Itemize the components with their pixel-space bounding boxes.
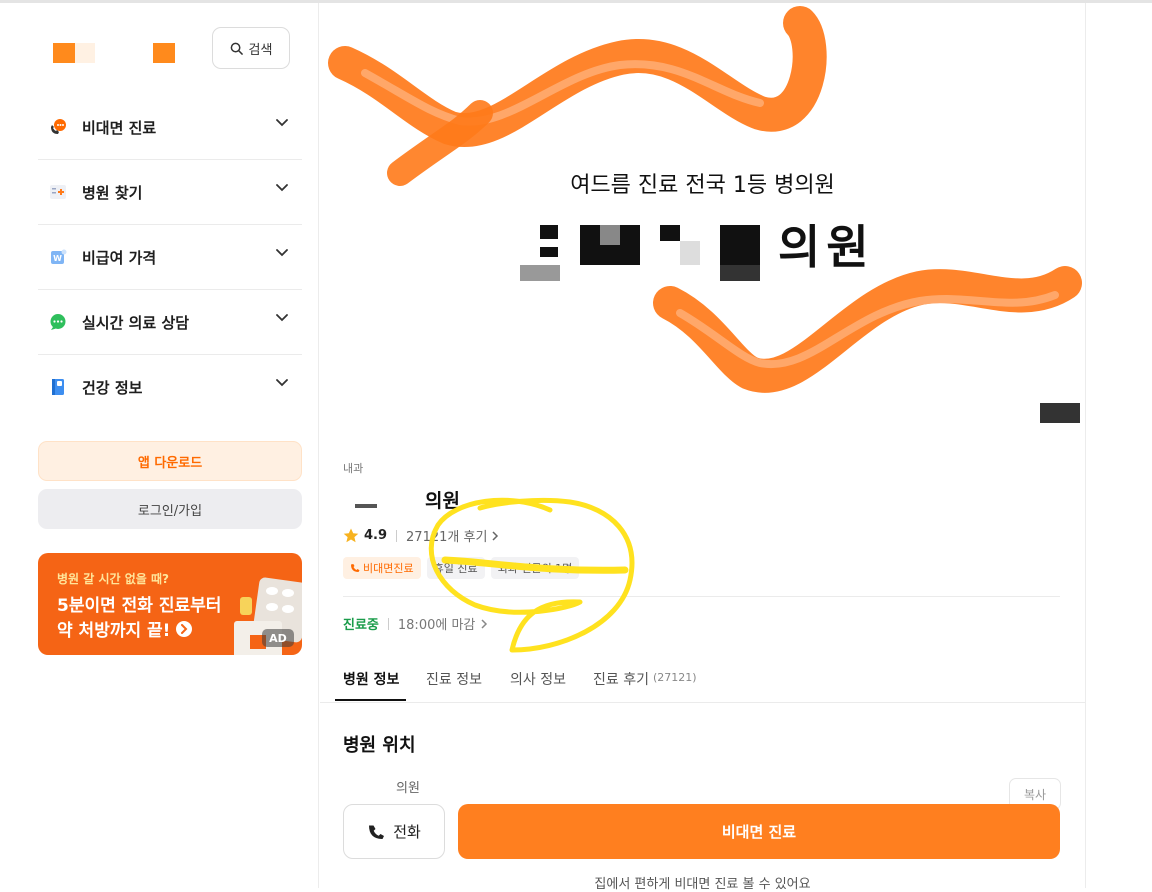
content-right-border [1085, 3, 1086, 888]
divider [396, 529, 398, 542]
tab-label: 의사 정보 [510, 672, 566, 688]
hospital-search-icon [49, 183, 67, 201]
reviews-count: 27121개 후기 [406, 530, 488, 545]
hospital-name: 의원 [343, 486, 460, 513]
telemedicine-button[interactable]: 비대면 진료 [458, 804, 1060, 859]
telemedicine-note: 집에서 편하게 비대면 진료 볼 수 있어요 [594, 877, 811, 892]
tab-reviews[interactable]: 진료 후기 (27121) [593, 660, 697, 701]
tag-label: 비대면진료 [363, 562, 414, 575]
sidebar-item-consult[interactable]: 실시간 의료 상담 [38, 290, 302, 355]
tag-holiday: 휴일 진료 [426, 557, 485, 579]
chevron-right-icon [481, 618, 488, 629]
tab-label: 병원 정보 [343, 672, 400, 688]
ad-headline-line2: 약 처방까지 끝! [57, 616, 193, 641]
sidebar-item-find-hospital[interactable]: 병원 찾기 [38, 160, 302, 225]
book-icon [49, 378, 67, 396]
login-signup-button[interactable]: 로그인/가입 [38, 489, 302, 529]
yellow-annotation-scribble [428, 497, 635, 653]
chevron-down-icon [276, 184, 288, 192]
brush-stroke-bottom [653, 266, 1082, 393]
search-icon [230, 42, 243, 55]
phone-chat-icon [49, 118, 67, 136]
chevron-down-icon [276, 249, 288, 257]
address-text: 의원 [396, 781, 420, 796]
ad-banner[interactable]: 병원 갈 시간 없을 때? 5분이면 전화 진료부터 약 처방까지 끝! AD [38, 553, 302, 655]
tab-treatment-info[interactable]: 진료 정보 [426, 660, 482, 701]
department-label: 내과 [343, 462, 364, 475]
phone-icon [351, 564, 360, 572]
tab-doctor-info[interactable]: 의사 정보 [510, 660, 566, 701]
hours-row[interactable]: 진료중 18:00에 마감 [343, 614, 488, 633]
tag-list: 비대면진료 휴일 진료 외과 전문의 1명 [343, 557, 580, 579]
chevron-down-icon [276, 379, 288, 387]
svg-text:W: W [53, 254, 62, 263]
sidebar-item-label: 병원 찾기 [82, 183, 143, 202]
open-status: 진료중 [343, 618, 379, 633]
star-icon [343, 528, 359, 543]
chevron-down-icon [276, 119, 288, 127]
chevron-down-icon [276, 314, 288, 322]
section-divider [343, 596, 1060, 597]
reviews-link[interactable]: 27121개 후기 [406, 526, 499, 545]
tag-telemedicine: 비대면진료 [343, 557, 421, 579]
chat-bubble-icon [49, 313, 67, 331]
section-title: 병원 위치 [343, 735, 416, 756]
sidebar-item-label: 실시간 의료 상담 [82, 313, 190, 332]
call-button[interactable]: 전화 [343, 804, 445, 859]
detail-tabs: 병원 정보 진료 정보 의사 정보 진료 후기 (27121) [320, 660, 1085, 703]
tab-hospital-info[interactable]: 병원 정보 [335, 660, 406, 701]
tab-label: 진료 정보 [426, 672, 482, 688]
hero-title-suffix: 의원 [778, 220, 875, 274]
sidebar-item-label: 건강 정보 [82, 378, 143, 397]
search-label: 검색 [248, 42, 273, 58]
tab-count: (27121) [652, 671, 697, 684]
hero-subtitle: 여드름 진료 전국 1등 병의원 [570, 173, 835, 198]
hospital-hero-banner: 여드름 진료 전국 1등 병의원 의원 [320, 3, 1085, 463]
price-tag-icon: W [49, 248, 67, 266]
arrow-right-icon [176, 620, 193, 637]
app-download-button[interactable]: 앱 다운로드 [38, 441, 302, 481]
closing-time: 18:00에 마감 [397, 618, 476, 633]
sidebar: 검색 비대면 진료 병원 찾기 W 비급여 가격 실시간 의료 상담 건강 정보… [0, 3, 319, 888]
rating-row: 4.9 27121개 후기 [343, 526, 499, 545]
sidebar-item-health-info[interactable]: 건강 정보 [38, 355, 302, 419]
search-button[interactable]: 검색 [212, 27, 290, 69]
hero-image-label [1040, 403, 1080, 423]
tab-label: 진료 후기 [593, 672, 649, 688]
brand-logo[interactable] [53, 41, 175, 65]
ad-headline-text: 약 처방까지 끝! [57, 621, 171, 641]
ad-badge: AD [262, 629, 294, 647]
call-label: 전화 [393, 823, 421, 841]
phone-icon [369, 825, 385, 839]
tag-specialist: 외과 전문의 1명 [490, 557, 580, 579]
sidebar-item-label: 비대면 진료 [82, 118, 157, 137]
divider [387, 617, 389, 630]
rating-score: 4.9 [364, 528, 388, 543]
ad-headline-line1: 5분이면 전화 진료부터 [57, 596, 222, 616]
ad-question: 병원 갈 시간 없을 때? [57, 572, 169, 586]
hospital-name-suffix: 의원 [425, 490, 460, 512]
sidebar-item-price[interactable]: W 비급여 가격 [38, 225, 302, 290]
redacted-name [355, 503, 377, 508]
chevron-right-icon [492, 531, 498, 541]
sidebar-item-telemedicine[interactable]: 비대면 진료 [38, 95, 302, 160]
sidebar-item-label: 비급여 가격 [82, 248, 157, 267]
sidebar-menu: 비대면 진료 병원 찾기 W 비급여 가격 실시간 의료 상담 건강 정보 [38, 95, 302, 419]
